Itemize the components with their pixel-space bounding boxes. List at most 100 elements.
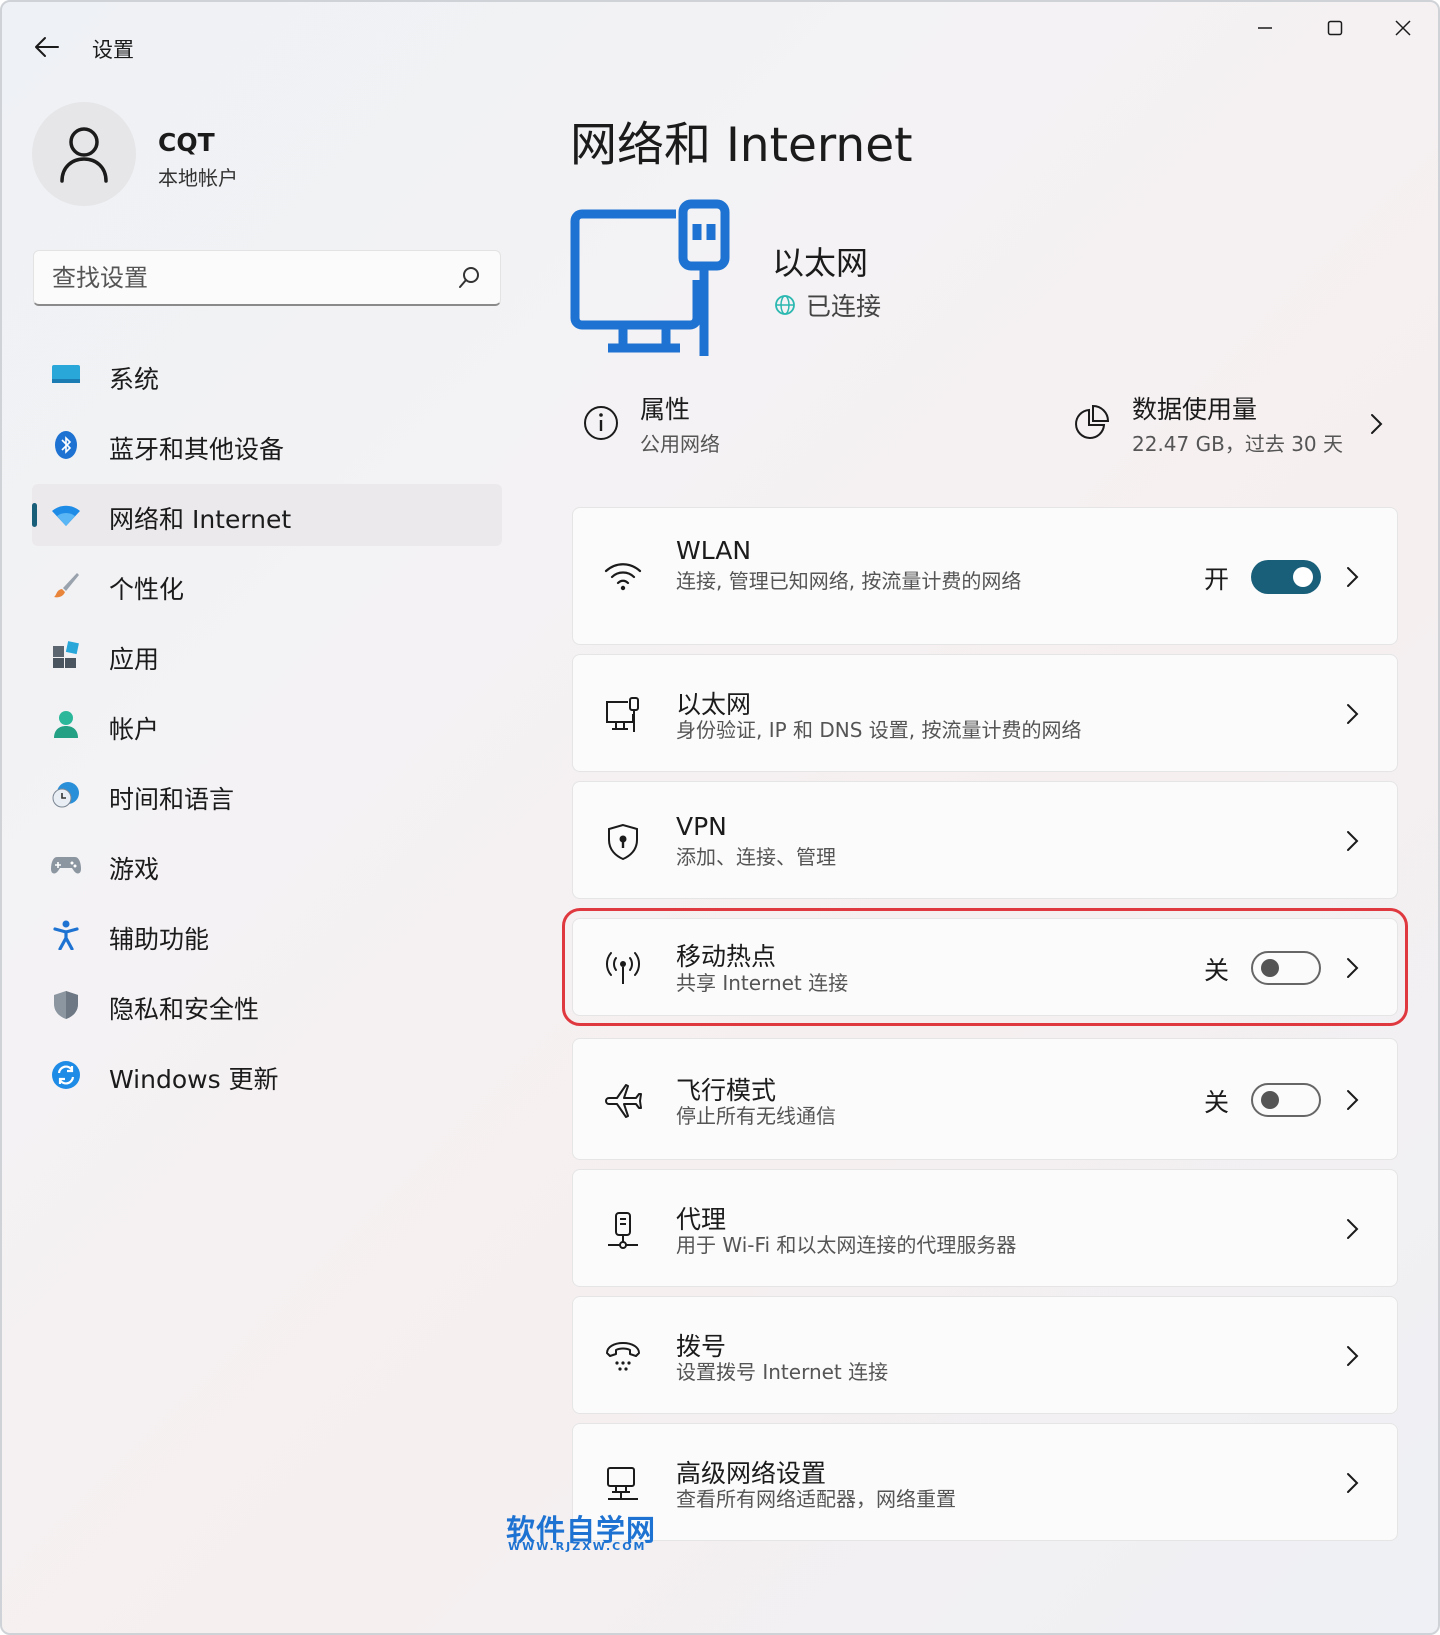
sidebar-item-accounts[interactable]: 帐户 [32, 694, 502, 756]
airplane-icon [603, 1080, 643, 1120]
card-mobile-hotspot[interactable]: 移动热点 共享 Internet 连接 关 [562, 908, 1408, 1026]
chevron-right-icon [1347, 1219, 1359, 1239]
card-title: 飞行模式 [676, 1076, 777, 1105]
card-wlan[interactable]: WLAN 连接, 管理已知网络, 按流量计费的网络 开 [572, 507, 1398, 645]
toggle-knob [1293, 567, 1313, 587]
ethernet-hero-icon [570, 199, 730, 356]
wifi-icon [603, 556, 643, 596]
chevron-right-icon [1347, 1346, 1359, 1366]
card-subtitle: 查看所有网络适配器，网络重置 [676, 1487, 956, 1511]
connection-status: 已连接 [774, 287, 881, 323]
search-input[interactable] [52, 259, 452, 297]
chevron-right-icon [1347, 1090, 1359, 1110]
toggle-state-label: 关 [1203, 1088, 1229, 1117]
accessibility-icon [50, 919, 82, 951]
card-subtitle: 连接, 管理已知网络, 按流量计费的网络 [676, 569, 1022, 593]
card-vpn[interactable]: VPN 添加、连接、管理 [572, 781, 1398, 899]
chevron-right-icon [1347, 704, 1359, 724]
chevron-right-icon [1347, 831, 1359, 851]
maximize-icon [1327, 20, 1343, 36]
toggle-knob [1261, 1091, 1279, 1109]
card-airplane-mode[interactable]: 飞行模式 停止所有无线通信 关 [572, 1038, 1398, 1160]
data-usage-subtitle: 22.47 GB，过去 30 天 [1132, 432, 1343, 456]
arrow-left-icon [35, 37, 59, 57]
ethernet-icon [603, 695, 643, 735]
globe-icon [775, 295, 795, 315]
app-title: 设置 [92, 38, 134, 62]
back-button[interactable] [28, 28, 66, 66]
apps-icon [50, 639, 82, 671]
bluetooth-icon [50, 429, 82, 461]
sidebar-item-time-language[interactable]: 时间和语言 [32, 764, 502, 826]
properties-subtitle: 公用网络 [640, 432, 720, 456]
wlan-toggle[interactable] [1251, 560, 1321, 594]
minimize-button[interactable] [1230, 6, 1300, 50]
card-title: VPN [676, 812, 727, 841]
card-ethernet[interactable]: 以太网 身份验证, IP 和 DNS 设置, 按流量计费的网络 [572, 654, 1398, 772]
card-subtitle: 停止所有无线通信 [676, 1104, 836, 1128]
sidebar-item-network[interactable]: 网络和 Internet [32, 484, 502, 546]
card-subtitle: 添加、连接、管理 [676, 845, 836, 869]
card-dial-up[interactable]: 拨号 设置拨号 Internet 连接 [572, 1296, 1398, 1414]
watermark: 软件自学网 WWW.RJZXW.COM [506, 1507, 656, 1553]
sidebar-item-gaming[interactable]: 游戏 [32, 834, 502, 896]
sidebar-item-privacy[interactable]: 隐私和安全性 [32, 974, 502, 1036]
hotspot-icon [603, 948, 643, 988]
card-title: WLAN [676, 536, 752, 565]
advanced-network-icon [603, 1464, 643, 1504]
account-type: 本地帐户 [158, 166, 238, 190]
connection-name: 以太网 [772, 244, 869, 282]
dialup-icon [603, 1337, 643, 1377]
card-title: 代理 [676, 1205, 727, 1234]
chevron-right-icon [1371, 414, 1383, 434]
card-title: 移动热点 [676, 942, 777, 971]
maximize-button[interactable] [1300, 6, 1370, 50]
chevron-right-icon [1347, 958, 1359, 978]
page-title: 网络和 Internet [570, 118, 913, 173]
time-language-icon [50, 779, 82, 811]
toggle-state-label: 开 [1203, 565, 1229, 594]
toggle-knob [1261, 959, 1279, 977]
status-text: 已连接 [806, 292, 882, 321]
close-button[interactable] [1368, 6, 1438, 50]
avatar [32, 102, 136, 206]
pie-chart-icon [1075, 404, 1110, 439]
shield-icon [50, 989, 82, 1021]
title-bar: 设置 [2, 2, 1438, 90]
system-icon [50, 359, 82, 391]
properties-link[interactable]: 属性 公用网络 [582, 386, 982, 462]
card-subtitle: 用于 Wi-Fi 和以太网连接的代理服务器 [676, 1233, 1017, 1257]
sidebar-nav: 系统 蓝牙和其他设备 网络和 Internet 个性化 应用 帐户 时间和语言 … [32, 344, 502, 1114]
sidebar-item-personalization[interactable]: 个性化 [32, 554, 502, 616]
card-advanced-network-settings[interactable]: 高级网络设置 查看所有网络适配器，网络重置 [572, 1423, 1398, 1541]
settings-window: 设置 CQT 本地帐户 系统 [0, 0, 1440, 1635]
close-icon [1395, 20, 1411, 36]
watermark-url: WWW.RJZXW.COM [508, 1540, 647, 1553]
minimize-icon [1258, 27, 1272, 29]
card-title: 以太网 [676, 690, 752, 719]
proxy-icon [603, 1210, 643, 1250]
user-profile[interactable]: CQT 本地帐户 [32, 102, 502, 208]
card-subtitle: 设置拨号 Internet 连接 [676, 1360, 889, 1384]
sidebar-item-apps[interactable]: 应用 [32, 624, 502, 686]
card-subtitle: 身份验证, IP 和 DNS 设置, 按流量计费的网络 [676, 718, 1082, 742]
card-title: 高级网络设置 [676, 1459, 827, 1488]
chevron-right-icon [1347, 567, 1359, 587]
sidebar-item-windows-update[interactable]: Windows 更新 [32, 1044, 502, 1106]
toggle-state-label: 关 [1203, 956, 1229, 985]
card-proxy[interactable]: 代理 用于 Wi-Fi 和以太网连接的代理服务器 [572, 1169, 1398, 1287]
data-usage-link[interactable]: 数据使用量 22.47 GB，过去 30 天 [1072, 386, 1392, 462]
card-subtitle: 共享 Internet 连接 [676, 971, 849, 995]
account-icon [50, 709, 82, 741]
sidebar-item-accessibility[interactable]: 辅助功能 [32, 904, 502, 966]
properties-title: 属性 [640, 395, 691, 424]
mobile-hotspot-toggle[interactable] [1251, 951, 1321, 985]
search-box [33, 250, 501, 306]
sidebar-item-system[interactable]: 系统 [32, 344, 502, 406]
sidebar-item-bluetooth[interactable]: 蓝牙和其他设备 [32, 414, 502, 476]
vpn-shield-icon [603, 822, 643, 862]
airplane-mode-toggle[interactable] [1251, 1083, 1321, 1117]
user-name: CQT [158, 128, 215, 157]
search-icon[interactable] [456, 265, 482, 291]
data-usage-title: 数据使用量 [1132, 395, 1258, 424]
